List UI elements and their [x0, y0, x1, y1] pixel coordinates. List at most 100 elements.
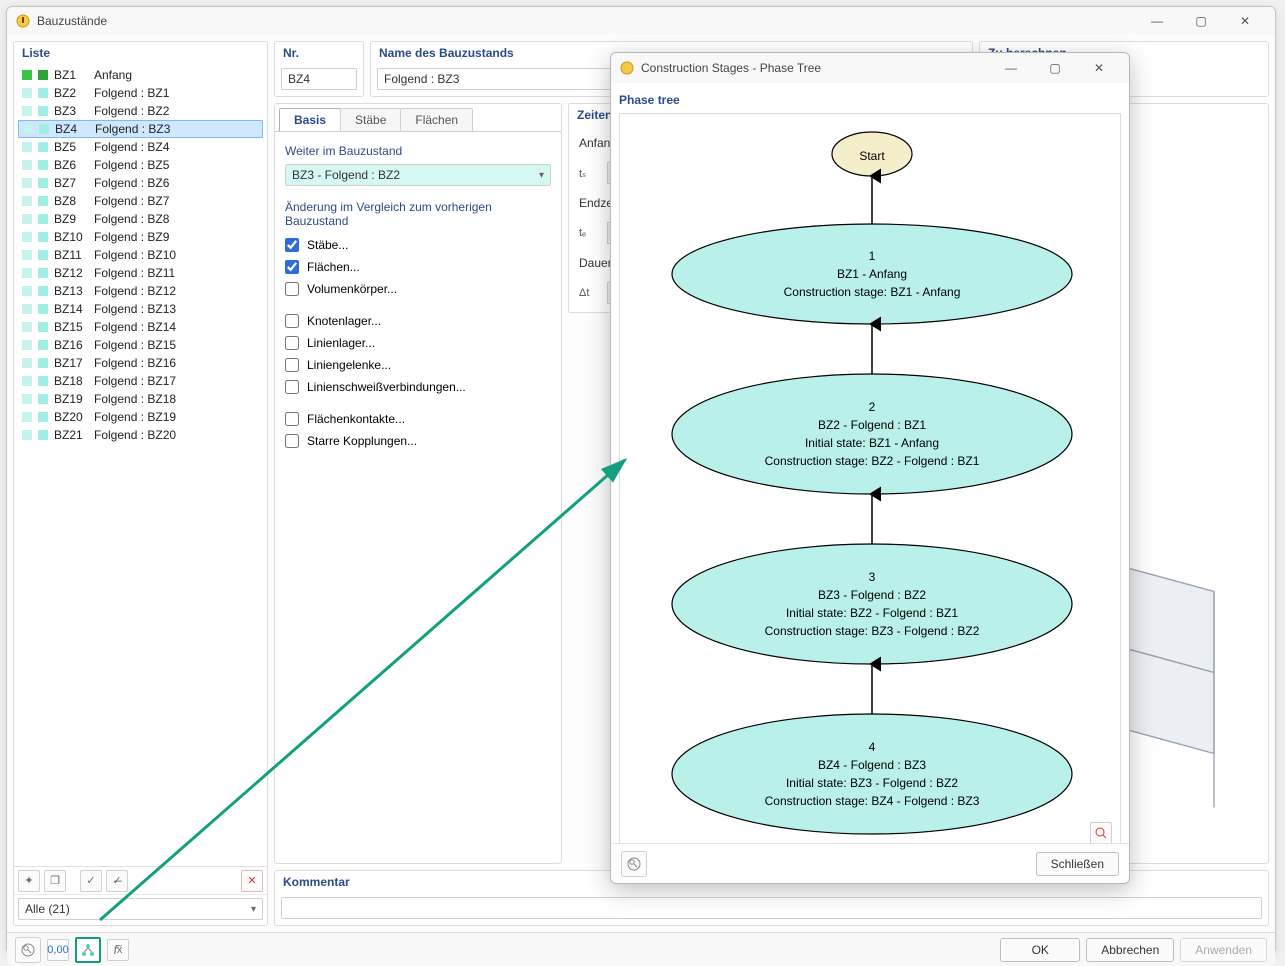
list-item[interactable]: BZ12 Folgend : BZ11 — [18, 264, 263, 282]
list-item-id: BZ8 — [54, 194, 88, 208]
phase-close-btn[interactable]: Schließen — [1036, 852, 1119, 876]
cb-linien[interactable] — [285, 336, 299, 350]
list-item-id: BZ14 — [54, 302, 88, 316]
cb-kontakte[interactable] — [285, 412, 299, 426]
list-item-desc: Folgend : BZ4 — [94, 140, 169, 154]
tab-basis-page: Weiter im Bauzustand BZ3 - Folgend : BZ2… — [275, 131, 561, 462]
color-swatch-icon — [38, 394, 48, 404]
list-item[interactable]: BZ14 Folgend : BZ13 — [18, 300, 263, 318]
color-swatch-icon — [22, 412, 32, 422]
list-item[interactable]: BZ3 Folgend : BZ2 — [18, 102, 263, 120]
svg-text:4: 4 — [869, 740, 876, 754]
color-swatch-icon — [38, 160, 48, 170]
list-item[interactable]: BZ7 Folgend : BZ6 — [18, 174, 263, 192]
list-item-id: BZ4 — [55, 122, 89, 136]
color-swatch-icon — [22, 88, 32, 98]
phase-canvas[interactable]: Start1BZ1 - AnfangConstruction stage: BZ… — [619, 113, 1121, 843]
check-on-button[interactable]: ✓ — [80, 870, 102, 892]
units-button[interactable]: 0,00 — [47, 939, 69, 961]
cb-staebe[interactable] — [285, 238, 299, 252]
list-item[interactable]: BZ6 Folgend : BZ5 — [18, 156, 263, 174]
close-button[interactable]: ✕ — [1223, 7, 1267, 35]
list-item[interactable]: BZ5 Folgend : BZ4 — [18, 138, 263, 156]
cb-knoten[interactable] — [285, 314, 299, 328]
cb-gelenke[interactable] — [285, 358, 299, 372]
chevron-down-icon: ▾ — [251, 904, 256, 915]
color-swatch-icon — [22, 106, 32, 116]
list-item[interactable]: BZ17 Folgend : BZ16 — [18, 354, 263, 372]
help-button[interactable] — [15, 937, 41, 963]
list-item-desc: Folgend : BZ2 — [94, 104, 169, 118]
list-item[interactable]: BZ4 Folgend : BZ3 — [18, 120, 263, 138]
color-swatch-icon — [22, 142, 32, 152]
list-item-id: BZ7 — [54, 176, 88, 190]
minimize-button[interactable]: — — [1135, 7, 1179, 35]
cb-volumen[interactable] — [285, 282, 299, 296]
phase-maximize-button[interactable]: ▢ — [1033, 54, 1077, 82]
kommentar-input[interactable] — [281, 897, 1262, 919]
filter-select[interactable]: Alle (21) ▾ — [18, 898, 263, 920]
list-item-id: BZ15 — [54, 320, 88, 334]
formula-button[interactable]: fx̃ — [107, 939, 129, 961]
svg-text:1: 1 — [869, 249, 876, 263]
tab-basis[interactable]: Basis — [279, 108, 341, 131]
phase-minimize-button[interactable]: — — [989, 54, 1033, 82]
ok-button[interactable]: OK — [1000, 938, 1080, 962]
list-item-desc: Folgend : BZ7 — [94, 194, 169, 208]
list-item-desc: Folgend : BZ12 — [94, 284, 176, 298]
delete-item-button[interactable]: ✕ — [241, 870, 263, 892]
copy-item-button[interactable]: ❐ — [44, 870, 66, 892]
color-swatch-icon — [38, 430, 48, 440]
list-item-id: BZ21 — [54, 428, 88, 442]
tab-flaechen[interactable]: Flächen — [400, 108, 473, 131]
list-item[interactable]: BZ19 Folgend : BZ18 — [18, 390, 263, 408]
color-swatch-icon — [22, 394, 32, 404]
list-item-id: BZ12 — [54, 266, 88, 280]
phase-close-button[interactable]: ✕ — [1077, 54, 1121, 82]
svg-text:BZ1 - Anfang: BZ1 - Anfang — [837, 267, 907, 281]
zoom-reset-button[interactable] — [1090, 822, 1112, 843]
apply-button[interactable]: Anwenden — [1180, 938, 1267, 962]
list-item[interactable]: BZ9 Folgend : BZ8 — [18, 210, 263, 228]
cancel-button[interactable]: Abbrechen — [1086, 938, 1174, 962]
new-item-button[interactable]: ✦ — [18, 870, 40, 892]
color-swatch-icon — [22, 214, 32, 224]
list-item-desc: Folgend : BZ1 — [94, 86, 169, 100]
list-item[interactable]: BZ15 Folgend : BZ14 — [18, 318, 263, 336]
cb-kopplungen[interactable] — [285, 434, 299, 448]
phase-footer: Schließen — [611, 843, 1129, 883]
list-item-desc: Folgend : BZ6 — [94, 176, 169, 190]
weiter-heading: Weiter im Bauzustand — [285, 144, 551, 158]
color-swatch-icon — [38, 232, 48, 242]
list-item[interactable]: BZ10 Folgend : BZ9 — [18, 228, 263, 246]
nr-input[interactable]: BZ4 — [281, 68, 357, 90]
phase-tree-button[interactable] — [75, 937, 101, 963]
list-item[interactable]: BZ8 Folgend : BZ7 — [18, 192, 263, 210]
list-item[interactable]: BZ2 Folgend : BZ1 — [18, 84, 263, 102]
cb-schweiss[interactable] — [285, 380, 299, 394]
list-item[interactable]: BZ13 Folgend : BZ12 — [18, 282, 263, 300]
list-item[interactable]: BZ20 Folgend : BZ19 — [18, 408, 263, 426]
color-swatch-icon — [38, 106, 48, 116]
svg-text:BZ3 - Folgend : BZ2: BZ3 - Folgend : BZ2 — [818, 588, 926, 602]
color-swatch-icon — [22, 268, 32, 278]
tab-staebe[interactable]: Stäbe — [340, 108, 401, 131]
cb-flaechen[interactable] — [285, 260, 299, 274]
color-swatch-icon — [38, 376, 48, 386]
color-swatch-icon — [22, 250, 32, 260]
list-item[interactable]: BZ16 Folgend : BZ15 — [18, 336, 263, 354]
phase-help-button[interactable] — [621, 851, 647, 877]
list-item-id: BZ2 — [54, 86, 88, 100]
list-item[interactable]: BZ11 Folgend : BZ10 — [18, 246, 263, 264]
svg-text:Initial state: BZ2 - Folgend :: Initial state: BZ2 - Folgend : BZ1 — [786, 606, 958, 620]
color-swatch-icon — [38, 412, 48, 422]
list-item[interactable]: BZ18 Folgend : BZ17 — [18, 372, 263, 390]
weiter-select[interactable]: BZ3 - Folgend : BZ2 ▾ — [285, 164, 551, 186]
check-off-button[interactable]: ✓̶ — [106, 870, 128, 892]
list-item[interactable]: BZ21 Folgend : BZ20 — [18, 426, 263, 444]
maximize-button[interactable]: ▢ — [1179, 7, 1223, 35]
list-item-id: BZ16 — [54, 338, 88, 352]
color-swatch-icon — [22, 286, 32, 296]
bz-list[interactable]: BZ1 Anfang BZ2 Folgend : BZ1 BZ3 Folgend… — [14, 66, 267, 866]
list-item[interactable]: BZ1 Anfang — [18, 66, 263, 84]
